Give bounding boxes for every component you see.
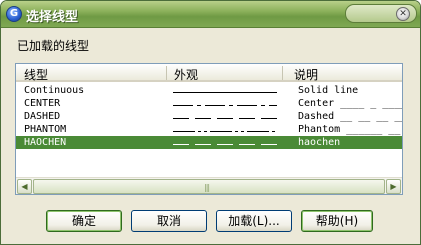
linetype-row[interactable]: Continuous Solid line xyxy=(16,84,402,97)
linetype-name: DASHED xyxy=(24,111,61,122)
horizontal-scrollbar[interactable]: ◀ ||| ▶ xyxy=(16,177,402,194)
load-button[interactable]: 加载(L)... xyxy=(216,210,292,232)
close-icon[interactable]: ✕ xyxy=(396,7,410,21)
linetype-description: Phantom ______ __ xyxy=(298,124,401,135)
linetype-appearance xyxy=(172,97,278,110)
linetype-row[interactable]: HAOCHEN haochen xyxy=(16,136,402,149)
window-title: 选择线型 xyxy=(26,10,79,25)
linetype-name: PHANTOM xyxy=(24,124,67,135)
list-header: 线型 外观 说明 xyxy=(16,64,402,82)
linetype-appearance xyxy=(172,110,278,123)
linetype-row[interactable]: CENTER Center ____ _ ____ xyxy=(16,97,402,110)
column-divider[interactable] xyxy=(282,66,283,80)
linetype-name: Continuous xyxy=(24,85,85,96)
linetype-appearance xyxy=(172,123,278,136)
title-bar[interactable]: G 选择线型 ✕ xyxy=(1,1,420,28)
column-header-description[interactable]: 说明 xyxy=(294,66,318,83)
ok-button[interactable]: 确定 xyxy=(46,210,122,232)
linetype-description: Dashed __ __ __ __ xyxy=(298,111,402,122)
title-bar-controls: ✕ xyxy=(345,4,417,23)
column-header-linetype[interactable]: 线型 xyxy=(24,66,48,83)
scroll-right-icon[interactable]: ▶ xyxy=(386,179,401,194)
linetype-appearance xyxy=(172,136,278,149)
help-button[interactable]: 帮助(H) xyxy=(301,210,373,232)
column-header-appearance[interactable]: 外观 xyxy=(174,66,198,83)
linetype-description: Center ____ _ ____ xyxy=(298,98,402,109)
scroll-left-icon[interactable]: ◀ xyxy=(17,179,32,194)
cancel-button[interactable]: 取消 xyxy=(131,210,207,232)
column-divider[interactable] xyxy=(166,66,167,80)
app-logo-icon: G xyxy=(6,6,22,22)
linetype-name: CENTER xyxy=(24,98,61,109)
select-linetype-dialog: G 选择线型 ✕ 已加载的线型 线型 外观 说明 Continuous Solid… xyxy=(0,0,421,245)
linetype-row[interactable]: DASHED Dashed __ __ __ __ xyxy=(16,110,402,123)
linetype-list[interactable]: 线型 外观 说明 Continuous Solid line CENTER Cente… xyxy=(15,63,403,195)
loaded-linetypes-label: 已加载的线型 xyxy=(17,39,90,53)
linetype-name: HAOCHEN xyxy=(24,137,67,148)
grip-icon: ||| xyxy=(204,183,210,192)
linetype-description: Solid line xyxy=(298,85,359,96)
linetype-row[interactable]: PHANTOM Phantom ______ __ xyxy=(16,123,402,136)
linetype-appearance xyxy=(172,84,278,97)
linetype-description: haochen xyxy=(298,137,341,148)
scroll-thumb[interactable]: ||| xyxy=(33,179,385,194)
